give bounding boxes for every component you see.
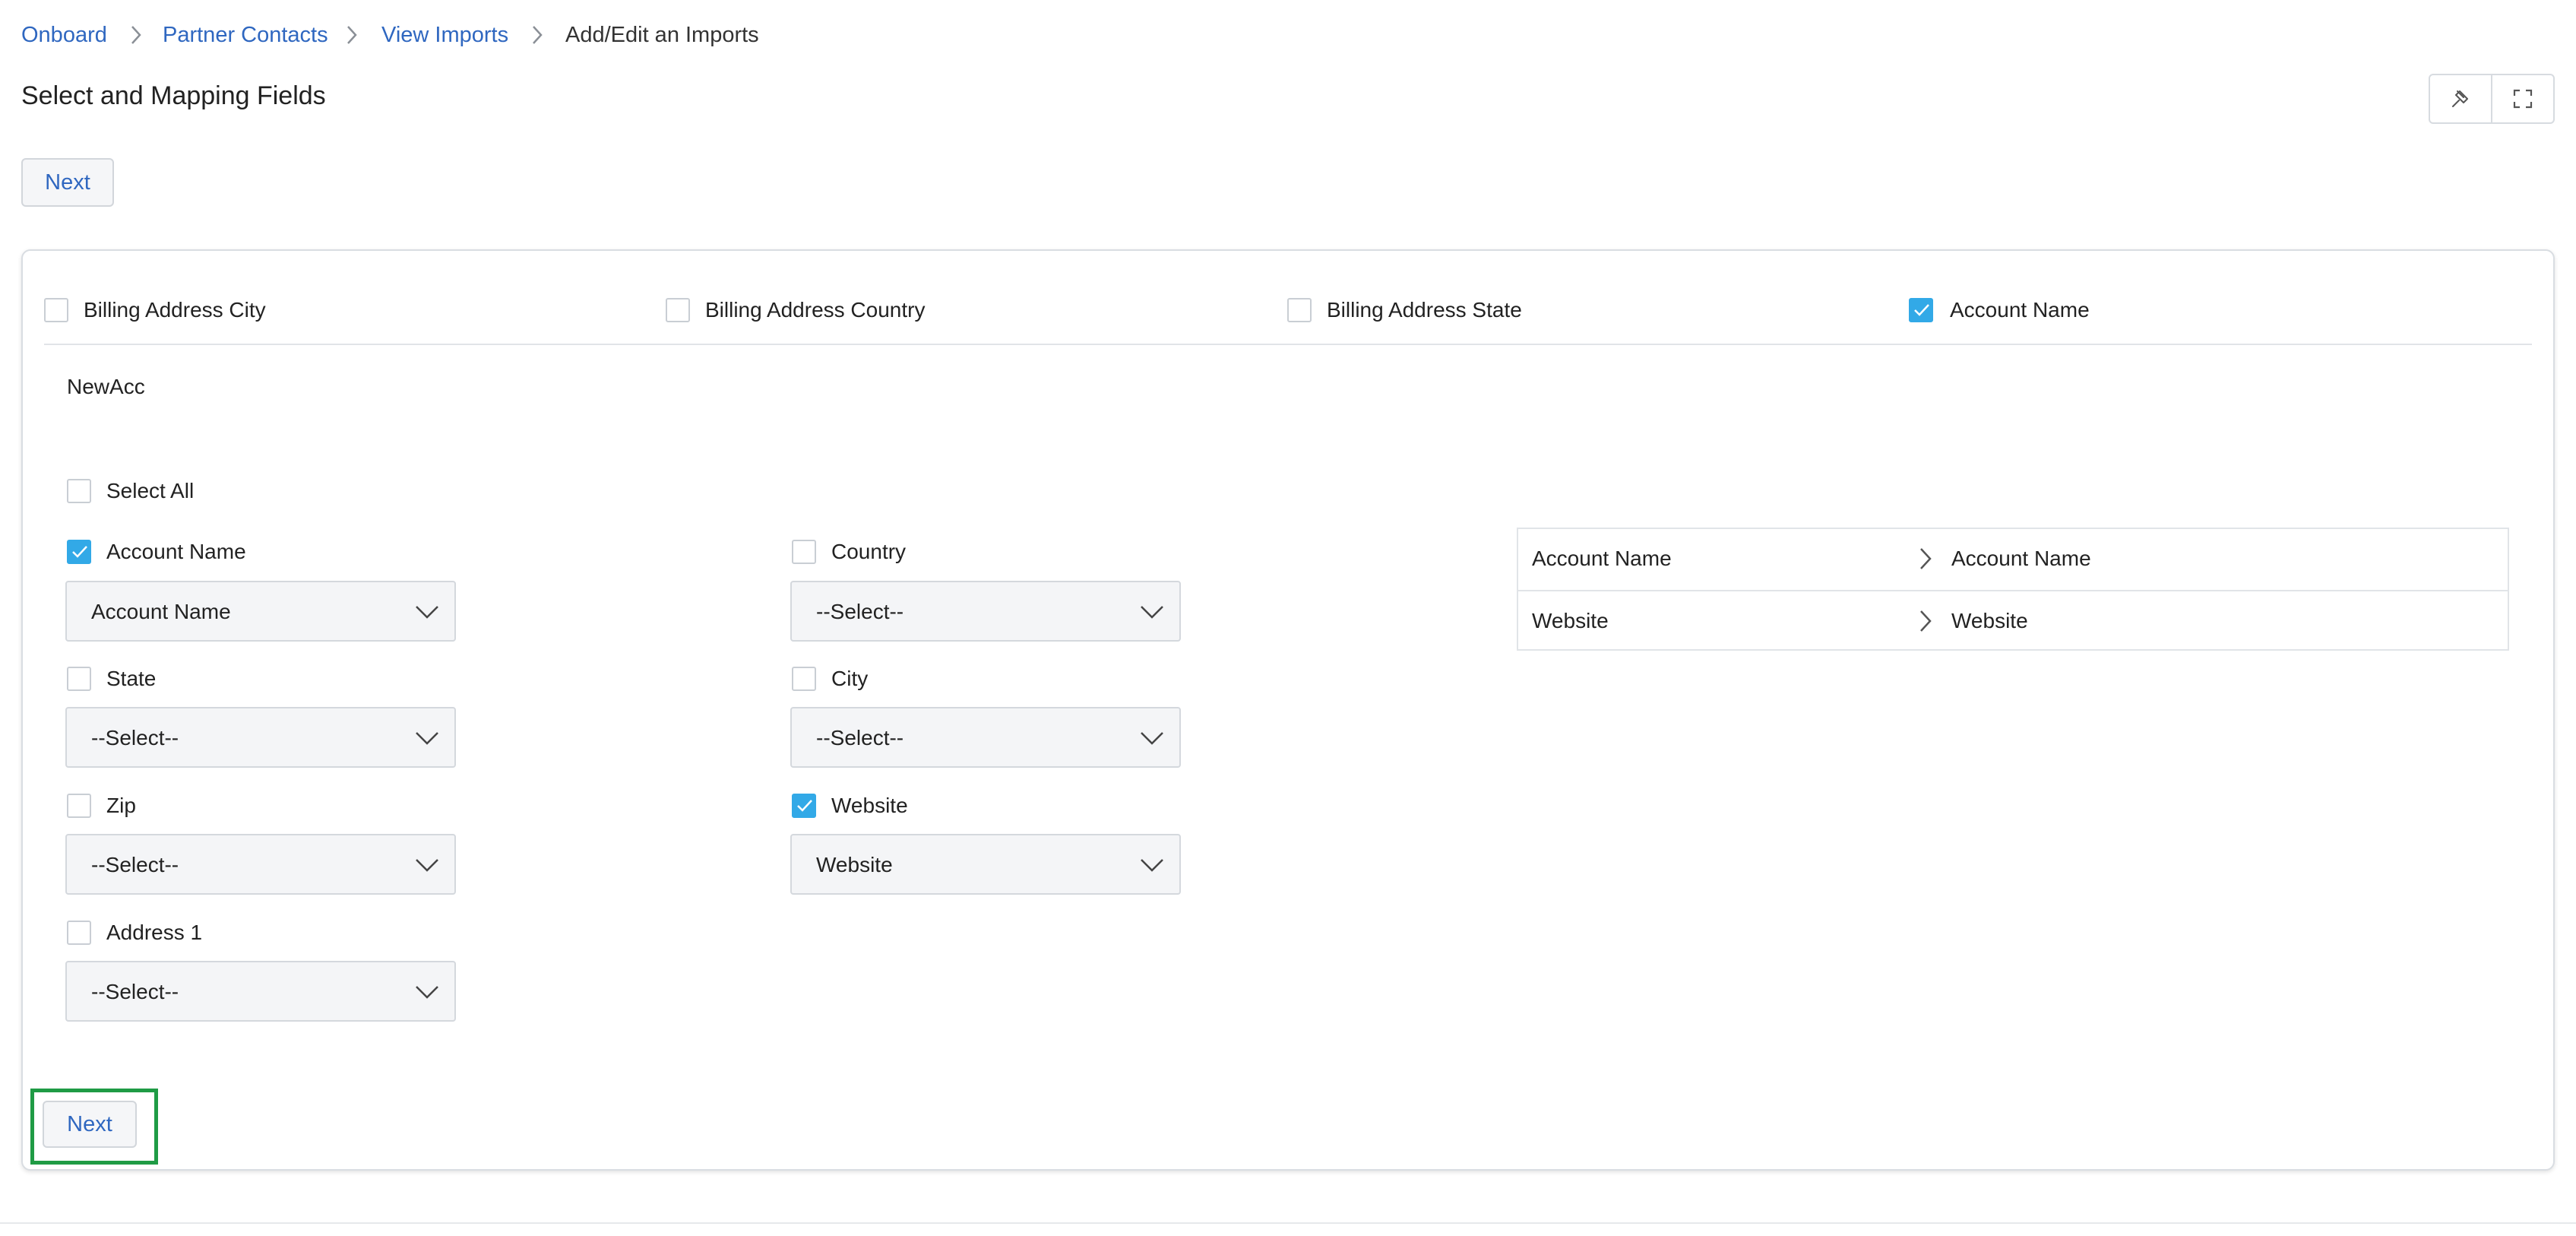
pin-button[interactable]	[2430, 75, 2491, 122]
address-1-label: Address 1	[106, 921, 203, 944]
pin-icon	[2449, 87, 2472, 110]
page-title: Select and Mapping Fields	[21, 81, 326, 110]
select-all-checkbox[interactable]	[67, 479, 91, 503]
select-value: Account Name	[91, 600, 231, 623]
check-icon	[797, 800, 812, 812]
check-icon	[72, 546, 87, 558]
account-name-select[interactable]: Account Name	[65, 581, 456, 642]
chevron-down-icon	[1140, 602, 1164, 624]
select-value: --Select--	[91, 853, 179, 876]
divider	[44, 344, 2532, 345]
chevron-right-icon	[1918, 608, 1933, 638]
chevron-right-icon	[126, 23, 146, 47]
mapping-source: Website	[1532, 609, 1609, 632]
chevron-right-icon	[527, 23, 547, 47]
account-name-checkbox[interactable]	[67, 540, 91, 564]
chevron-down-icon	[415, 982, 439, 1004]
select-value: --Select--	[816, 600, 904, 623]
select-value: --Select--	[91, 980, 179, 1003]
expand-button[interactable]	[2491, 75, 2553, 122]
chevron-down-icon	[1140, 728, 1164, 750]
filter-label-billing-city: Billing Address City	[84, 298, 266, 322]
filter-label-account-name: Account Name	[1950, 298, 2090, 322]
mapping-target: Website	[1951, 609, 2028, 632]
zip-label: Zip	[106, 794, 136, 817]
city-checkbox[interactable]	[792, 667, 816, 691]
breadcrumb-partner-contacts[interactable]: Partner Contacts	[163, 21, 328, 49]
breadcrumb-onboard[interactable]: Onboard	[21, 21, 107, 49]
state-select[interactable]: --Select--	[65, 707, 456, 768]
country-label: Country	[831, 540, 907, 563]
state-checkbox[interactable]	[67, 667, 91, 691]
record-name: NewAcc	[67, 375, 145, 398]
chevron-down-icon	[415, 602, 439, 624]
filter-checkbox-account-name[interactable]	[1909, 298, 1933, 322]
mapping-row: Account Name Account Name	[1518, 529, 2508, 589]
chevron-down-icon	[415, 855, 439, 877]
filter-checkbox-billing-city[interactable]	[44, 298, 68, 322]
footer-divider	[0, 1222, 2576, 1224]
city-select[interactable]: --Select--	[790, 707, 1181, 768]
filter-label-billing-state: Billing Address State	[1327, 298, 1522, 322]
breadcrumb-view-imports[interactable]: View Imports	[381, 21, 508, 49]
chevron-down-icon	[415, 728, 439, 750]
chevron-right-icon	[1918, 546, 1933, 575]
filter-checkbox-billing-state[interactable]	[1287, 298, 1312, 322]
account-name-label: Account Name	[106, 540, 246, 563]
address-1-checkbox[interactable]	[67, 921, 91, 945]
next-button-bottom[interactable]: Next	[43, 1101, 137, 1148]
filter-checkbox-billing-country[interactable]	[666, 298, 690, 322]
check-icon	[1914, 304, 1929, 316]
filter-label-billing-country: Billing Address Country	[705, 298, 926, 322]
zip-select[interactable]: --Select--	[65, 834, 456, 895]
country-select[interactable]: --Select--	[790, 581, 1181, 642]
select-value: --Select--	[816, 726, 904, 750]
select-value: --Select--	[91, 726, 179, 750]
next-button-top[interactable]: Next	[21, 158, 114, 207]
breadcrumb-current: Add/Edit an Imports	[565, 23, 759, 47]
state-label: State	[106, 667, 157, 690]
zip-checkbox[interactable]	[67, 794, 91, 818]
chevron-right-icon	[342, 23, 362, 47]
view-controls	[2429, 74, 2555, 124]
mapping-row: Website Website	[1518, 590, 2508, 651]
mapping-target: Account Name	[1951, 547, 2091, 570]
mapping-source: Account Name	[1532, 547, 1672, 570]
website-checkbox[interactable]	[792, 794, 816, 818]
address-1-select[interactable]: --Select--	[65, 961, 456, 1022]
website-label: Website	[831, 794, 908, 817]
website-select[interactable]: Website	[790, 834, 1181, 895]
chevron-down-icon	[1140, 855, 1164, 877]
expand-icon	[2511, 87, 2534, 110]
mapping-table: Account Name Account Name Website Websit…	[1517, 528, 2509, 651]
city-label: City	[831, 667, 869, 690]
country-checkbox[interactable]	[792, 540, 816, 564]
select-value: Website	[816, 853, 893, 876]
select-all-label: Select All	[106, 479, 195, 502]
